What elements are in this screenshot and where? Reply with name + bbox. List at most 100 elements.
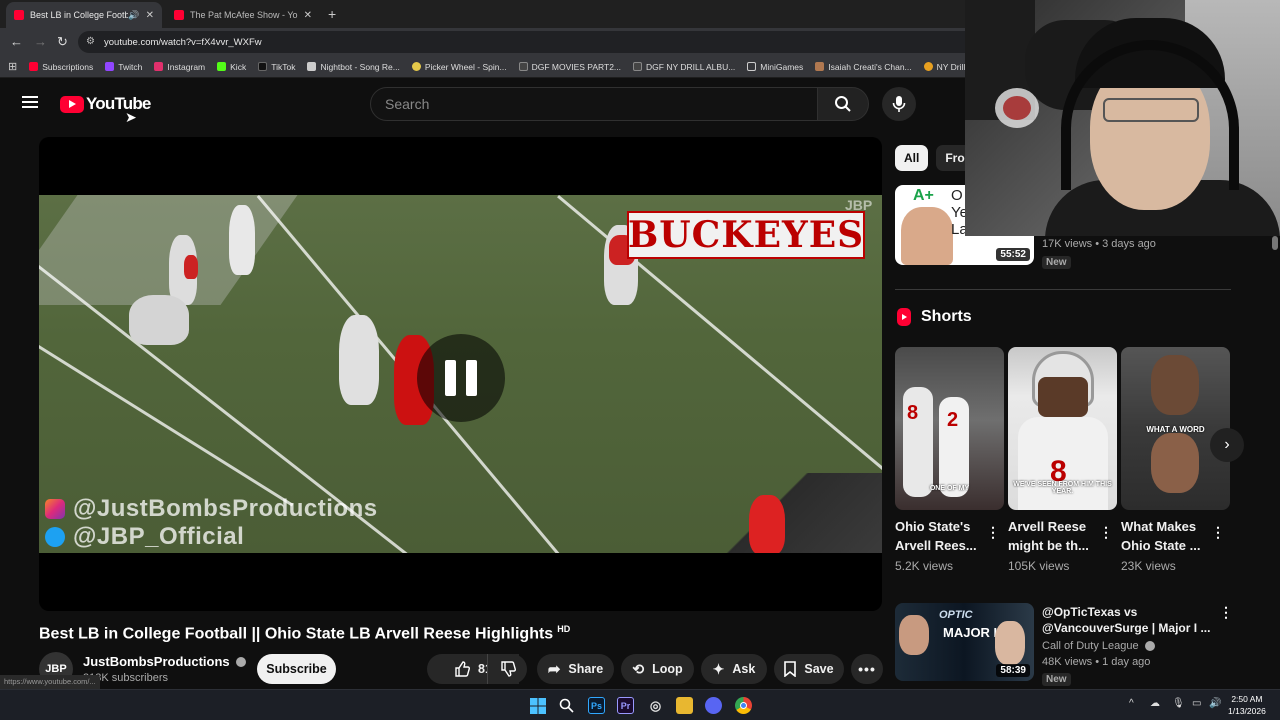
save-button[interactable]: Save <box>774 654 844 684</box>
more-horizontal-icon: ••• <box>858 661 876 677</box>
sparkle-icon: ✦ <box>712 660 725 677</box>
menu-icon[interactable] <box>22 96 38 108</box>
short-views: 23K views <box>1121 559 1176 573</box>
url-field[interactable]: ⚙ youtube.com/watch?v=fX4vvr_WXFw <box>78 31 978 53</box>
twitter-icon <box>45 527 65 547</box>
chrome-icon[interactable] <box>735 697 752 714</box>
subscribe-button[interactable]: Subscribe <box>257 654 336 684</box>
status-bar-url: https://www.youtube.com/... <box>0 675 100 689</box>
pause-button[interactable] <box>417 334 505 422</box>
hd-badge: HD <box>557 624 571 634</box>
taskbar-search-icon[interactable] <box>558 697 575 714</box>
file-explorer-icon[interactable] <box>676 697 693 714</box>
ask-button[interactable]: ✦ Ask <box>701 654 767 684</box>
network-icon[interactable]: ▭ <box>1192 698 1201 709</box>
bookmark-item[interactable]: Picker Wheel - Spin... <box>411 62 507 72</box>
microphone-tray-icon[interactable]: 🎙 <box>1172 698 1185 709</box>
verified-icon <box>235 656 246 667</box>
video-duration: 58:39 <box>996 664 1030 677</box>
video-player[interactable]: BUCKEYES JBP @JustBombsProductions @JBP_… <box>39 137 882 611</box>
search-input[interactable]: Search <box>370 87 818 121</box>
dislike-button[interactable] <box>487 654 527 684</box>
youtube-favicon-icon <box>14 10 24 20</box>
forward-icon[interactable]: → <box>34 34 47 49</box>
short-thumbnail[interactable]: 8 WE'VE SEEN FROM HIM THIS YEAR. <box>1008 347 1117 510</box>
photoshop-icon[interactable]: Ps <box>588 697 605 714</box>
video-duration: 55:52 <box>996 248 1030 261</box>
tab-close-icon[interactable]: ✕ <box>304 10 312 21</box>
share-button[interactable]: ➦ Share <box>537 654 614 684</box>
search-placeholder: Search <box>385 96 430 112</box>
bookmark-item[interactable]: Nightbot - Song Re... <box>307 62 400 72</box>
loop-icon: ⟲ <box>632 660 645 677</box>
channel-name[interactable]: JustBombsProductions <box>83 654 246 669</box>
new-badge: New <box>1042 256 1071 269</box>
url-text: youtube.com/watch?v=fX4vvr_WXFw <box>104 36 262 48</box>
voice-search-button[interactable] <box>882 87 916 121</box>
windows-start-icon[interactable] <box>529 697 546 714</box>
more-actions-button[interactable]: ••• <box>851 654 883 684</box>
show-hidden-icons-icon[interactable]: ^ <box>1129 698 1134 709</box>
tab-close-icon[interactable]: ✕ <box>146 10 154 21</box>
instagram-icon <box>45 499 65 519</box>
verified-icon <box>1144 641 1155 651</box>
loop-button[interactable]: ⟲ Loop <box>621 654 694 684</box>
shorts-icon <box>897 308 911 326</box>
buckeyes-banner: BUCKEYES <box>627 211 865 259</box>
more-vertical-icon[interactable]: ⋮ <box>1211 524 1225 541</box>
new-badge: New <box>1042 673 1071 686</box>
bookmark-item[interactable]: DGF NY DRILL ALBU... <box>633 62 735 72</box>
new-tab-icon[interactable]: + <box>328 6 336 22</box>
short-views: 105K views <box>1008 559 1070 573</box>
bookmark-item[interactable]: TikTok <box>258 62 295 72</box>
thumbs-up-icon <box>455 661 471 677</box>
recommended-video-channel[interactable]: Call of Duty League <box>1042 640 1155 652</box>
recommended-video-thumbnail[interactable]: OPTIC MAJOR I 58:39 <box>895 603 1034 681</box>
shorts-heading: Shorts <box>897 308 972 326</box>
recommended-video-meta: 48K views • 1 day ago <box>1042 656 1151 668</box>
bookmark-item[interactable]: DGF MOVIES PART2... <box>518 62 621 72</box>
obs-icon[interactable]: ◎ <box>647 697 664 714</box>
cloud-icon[interactable]: ☁ <box>1150 698 1160 709</box>
bookmark-item[interactable]: Subscriptions <box>29 62 93 72</box>
ohio-state-logo <box>995 88 1039 128</box>
reload-icon[interactable]: ↻ <box>57 34 68 50</box>
chevron-right-icon: › <box>1224 436 1230 453</box>
search-icon <box>835 96 851 112</box>
back-icon[interactable]: ← <box>10 34 23 49</box>
shorts-next-button[interactable]: › <box>1210 428 1244 462</box>
bookmark-item[interactable]: Isaiah Creati's Chan... <box>815 62 912 72</box>
premiere-icon[interactable]: Pr <box>617 697 634 714</box>
bookmark-item[interactable]: Kick <box>217 62 246 72</box>
webcam-overlay <box>965 0 1280 236</box>
bookmark-item[interactable]: Instagram <box>154 62 205 72</box>
search-button[interactable] <box>817 87 869 121</box>
more-vertical-icon[interactable]: ⋮ <box>986 524 1000 541</box>
scrollbar-thumb[interactable] <box>1272 236 1278 250</box>
bookmark-icon <box>784 661 797 677</box>
site-info-icon[interactable]: ⚙ <box>86 36 95 47</box>
apps-grid-icon[interactable]: ⊞ <box>8 60 17 73</box>
mouse-cursor-icon: ➤ <box>125 109 137 125</box>
discord-icon[interactable] <box>705 697 722 714</box>
sideline <box>702 473 882 553</box>
tab-active[interactable]: Best LB in College Football 🔊 ✕ <box>6 2 162 28</box>
short-thumbnail[interactable]: 8 2 ONE OF MY <box>895 347 1004 510</box>
youtube-favicon-icon <box>174 10 184 20</box>
short-title[interactable]: Arvell Reese might be th... <box>1008 517 1100 555</box>
short-thumbnail[interactable]: WHAT A WORD <box>1121 347 1230 510</box>
more-vertical-icon[interactable]: ⋮ <box>1219 604 1233 621</box>
volume-icon[interactable]: 🔊 <box>1209 698 1221 709</box>
short-title[interactable]: Ohio State's Arvell Rees... <box>895 517 987 555</box>
short-title[interactable]: What Makes Ohio State ... <box>1121 517 1213 555</box>
twitter-watermark: @JBP_Official <box>45 523 244 551</box>
bookmark-item[interactable]: Twitch <box>105 62 142 72</box>
youtube-logo[interactable]: YouTube <box>60 94 151 114</box>
more-vertical-icon[interactable]: ⋮ <box>1099 524 1113 541</box>
tab-inactive[interactable]: The Pat McAfee Show - YouTube ✕ <box>166 2 320 28</box>
speaker-icon[interactable]: 🔊 <box>128 10 139 21</box>
chip-all[interactable]: All <box>895 145 929 171</box>
system-clock[interactable]: 2:50 AM 1/13/2026 <box>1228 693 1266 717</box>
bookmark-folder[interactable]: MiniGames <box>747 62 803 72</box>
recommended-video-title[interactable]: @OpTicTexas vs @VancouverSurge | Major I… <box>1042 604 1212 636</box>
